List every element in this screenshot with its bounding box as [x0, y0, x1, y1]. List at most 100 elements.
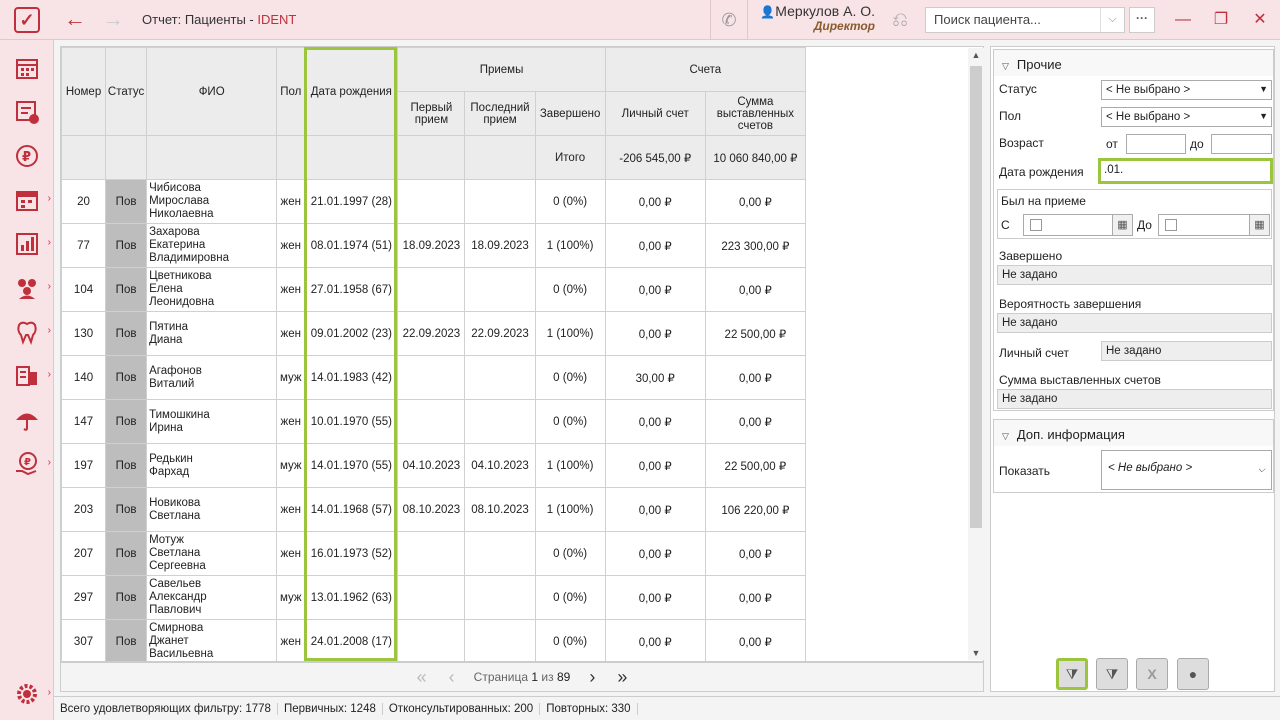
excel-export-button[interactable]: X — [1136, 658, 1168, 690]
calendar-icon[interactable]: › — [0, 180, 54, 220]
insurance-icon[interactable] — [0, 400, 54, 440]
user-info[interactable]: 👤Меркулов А. О. Директор — [750, 3, 875, 37]
header-number[interactable]: Номер — [61, 47, 107, 136]
header-sex[interactable]: Пол — [276, 47, 306, 136]
cell-fio: Пятина Диана — [146, 311, 278, 356]
restore-icon[interactable]: ❐ — [1208, 8, 1234, 32]
cell-num: 307 — [61, 619, 107, 661]
table-row[interactable]: 207 Пов Мотуж Светлана Сергеевна жен 16.01.197… — [61, 531, 807, 576]
age-to-input[interactable] — [1211, 134, 1272, 154]
checkbox[interactable] — [1165, 219, 1177, 231]
visits-icon[interactable] — [0, 92, 54, 132]
apply-filter-button[interactable]: ⧩ — [1056, 658, 1088, 690]
header-first-visit[interactable]: Первый прием — [397, 91, 466, 136]
schedule-icon[interactable] — [0, 48, 54, 88]
cell-first: 08.10.2023 — [397, 487, 466, 532]
scroll-thumb[interactable] — [970, 66, 982, 528]
table-row[interactable]: 104 Пов Цветникова Елена Леонидовна жен 27.01.… — [61, 267, 807, 312]
visited-to-date[interactable]: ▦ — [1158, 214, 1270, 236]
header-personal-account[interactable]: Личный счет — [604, 91, 706, 136]
scroll-up-icon[interactable]: ▲ — [968, 50, 984, 60]
cell-dob: 27.01.1958 (67) — [304, 267, 399, 312]
close-icon[interactable]: ✕ — [1247, 8, 1273, 32]
header-billed-sum[interactable]: Сумма выставленных счетов — [704, 91, 807, 136]
table-row[interactable]: 307 Пов Смирнова Джанет Васильевна жен 24.01.2… — [61, 619, 807, 661]
completed-input[interactable]: Не задано — [997, 265, 1272, 285]
header-last-visit[interactable]: Последний прием — [464, 91, 536, 136]
reports-icon[interactable]: › — [0, 224, 54, 264]
collapse-triangle-icon[interactable]: ▽ — [1002, 61, 1009, 71]
table-row[interactable]: 140 Пов Агафонов Виталий муж 14.01.1983 (42) 0… — [61, 355, 807, 400]
header-dob[interactable]: Дата рождения — [304, 47, 399, 136]
message-button[interactable]: ● — [1177, 658, 1209, 690]
show-select[interactable]: < Не выбрано > ⌵ — [1101, 450, 1272, 490]
table-row[interactable]: 130 Пов Пятина Диана жен 09.01.2002 (23) 22.09… — [61, 311, 807, 356]
visited-to-label: До — [1137, 218, 1152, 232]
calendar-icon[interactable]: ▦ — [1249, 215, 1269, 235]
vertical-scrollbar[interactable]: ▲ ▼ — [968, 48, 984, 660]
minimize-icon[interactable]: — — [1170, 8, 1196, 32]
cell-sex: жен — [276, 311, 306, 356]
patient-search-input[interactable]: Поиск пациента... ⌵ — [925, 7, 1125, 33]
dob-filter-input[interactable]: .01. — [1098, 158, 1273, 184]
extra-section-header[interactable]: ▽ Доп. информация — [994, 420, 1273, 446]
table-row[interactable]: 147 Пов Тимошкина Ирина жен 10.01.1970 (55) 0 … — [61, 399, 807, 444]
other-section-header[interactable]: ▽ Прочие — [994, 50, 1273, 76]
header-status[interactable]: Статус — [105, 47, 148, 136]
visited-label: Был на приеме — [1001, 194, 1086, 208]
app-logo[interactable]: ✓ — [0, 0, 54, 40]
probability-input[interactable]: Не задано — [997, 313, 1272, 333]
cell-completed: 0 (0%) — [534, 267, 606, 312]
sex-select[interactable]: < Не выбрано > ▼ — [1101, 107, 1272, 127]
cell-status: Пов — [105, 531, 148, 576]
visited-from-date[interactable]: ▦ — [1023, 214, 1133, 236]
cell-dob: 13.01.1962 (63) — [304, 575, 399, 620]
cell-status: Пов — [105, 443, 148, 488]
phone-icon[interactable]: ✆ — [710, 0, 748, 40]
age-label: Возраст — [999, 136, 1044, 150]
table-row[interactable]: 197 Пов Редькин Фархад муж 14.01.1970 (55) 04.… — [61, 443, 807, 488]
payments-icon[interactable]: ₽ › — [0, 444, 54, 484]
more-icon[interactable]: ··· — [1129, 7, 1155, 33]
last-page-icon[interactable]: » — [614, 667, 630, 688]
table-row[interactable]: 77 Пов Захарова Екатерина Владимировна жен 08.… — [61, 223, 807, 268]
collapse-triangle-icon[interactable]: ▽ — [1002, 431, 1009, 441]
prev-page-icon[interactable]: ‹ — [444, 667, 460, 688]
table-row[interactable]: 203 Пов Новикова Светлана жен 14.01.1968 (57)… — [61, 487, 807, 532]
sidebar: ₽ › › › › › ₽ › › — [0, 40, 54, 720]
table-row[interactable]: 297 Пов Савельев Александр Павлович муж 13.01.… — [61, 575, 807, 620]
undo-icon[interactable]: ⎌ — [882, 6, 918, 34]
title-bar: ✓ ← → Отчет: Пациенты - IDENT ✆ 👤Меркуло… — [0, 0, 1280, 40]
cell-fio: Тимошкина Ирина — [146, 399, 278, 444]
forward-arrow-icon[interactable]: → — [100, 8, 126, 32]
first-page-icon[interactable]: « — [414, 667, 430, 688]
cell-first — [397, 179, 466, 224]
settings-icon[interactable]: › — [0, 674, 54, 714]
header-completed[interactable]: Завершено — [534, 91, 606, 136]
back-arrow-icon[interactable]: ← — [62, 8, 88, 32]
cell-num: 140 — [61, 355, 107, 400]
table-row[interactable]: 20 Пов Чибисова Мирослава Николаевна жен 21.01… — [61, 179, 807, 224]
staff-icon[interactable]: › — [0, 268, 54, 308]
header-fio[interactable]: ФИО — [146, 47, 278, 136]
cell-personal: 0,00 ₽ — [604, 619, 706, 661]
chevron-down-icon[interactable]: ⌵ — [1100, 8, 1124, 32]
checkbox[interactable] — [1030, 219, 1042, 231]
cell-personal: 0,00 ₽ — [604, 399, 706, 444]
lab-icon[interactable]: › — [0, 356, 54, 396]
calendar-icon[interactable]: ▦ — [1112, 215, 1132, 235]
status-select[interactable]: < Не выбрано > ▼ — [1101, 80, 1272, 100]
age-to-label: до — [1190, 137, 1204, 151]
next-page-icon[interactable]: › — [584, 667, 600, 688]
billed-sum-input[interactable]: Не задано — [997, 389, 1272, 409]
personal-account-input[interactable]: Не задано — [1101, 341, 1272, 361]
age-from-input[interactable] — [1126, 134, 1186, 154]
cell-completed: 0 (0%) — [534, 399, 606, 444]
clear-filter-button[interactable]: ⧩ — [1096, 658, 1128, 690]
chevron-down-icon: ▼ — [1259, 84, 1268, 94]
scroll-down-icon[interactable]: ▼ — [968, 648, 984, 658]
cell-billed: 0,00 ₽ — [704, 399, 807, 444]
tooth-icon[interactable]: › — [0, 312, 54, 352]
patients-grid[interactable]: Номер Статус ФИО Пол Дата рождения Прием… — [60, 46, 984, 662]
ruble-icon[interactable]: ₽ — [0, 136, 54, 176]
